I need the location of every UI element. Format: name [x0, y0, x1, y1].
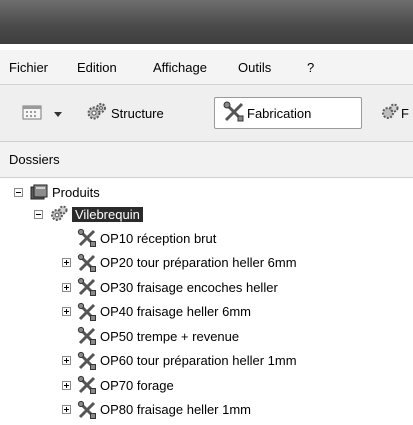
books-icon — [29, 182, 49, 202]
expand-toggle[interactable] — [62, 356, 71, 365]
partial-toolbar-button[interactable]: F — [380, 97, 409, 129]
tree-node-operation[interactable]: OP80 fraisage heller 1mm — [62, 399, 251, 421]
tools-icon — [77, 375, 97, 395]
expand-toggle[interactable] — [62, 307, 71, 316]
tools-icon — [223, 101, 245, 126]
tree-label: OP30 fraisage encoches heller — [100, 279, 278, 295]
structure-label: Structure — [111, 105, 164, 121]
menu-outils[interactable]: Outils — [238, 60, 271, 75]
chevron-down-icon[interactable] — [54, 106, 62, 121]
tree-label: OP10 réception brut — [100, 230, 217, 246]
expand-toggle[interactable] — [62, 282, 71, 292]
tree-node-operation[interactable]: OP10 réception brut — [62, 227, 216, 249]
gears-icon — [49, 204, 69, 224]
tools-icon — [77, 253, 97, 273]
tree-node-operation[interactable]: OP50 trempe + revenue — [62, 325, 239, 347]
tools-icon — [77, 351, 97, 371]
tree-label: OP40 fraisage heller 6mm — [100, 304, 252, 319]
gears-icon — [86, 101, 108, 126]
gears-icon — [380, 102, 400, 125]
expand-toggle[interactable] — [62, 405, 71, 414]
tools-icon — [77, 277, 97, 297]
expand-toggle[interactable] — [62, 258, 71, 267]
tools-icon — [77, 326, 97, 346]
calendar-icon — [22, 104, 42, 123]
tools-icon — [77, 228, 97, 248]
menu-help[interactable]: ? — [307, 60, 314, 75]
tree-label: OP50 trempe + revenue — [100, 328, 240, 344]
collapse-toggle[interactable] — [34, 209, 43, 219]
tools-icon — [77, 302, 97, 322]
tools-icon — [77, 400, 97, 420]
menu-bar: Fichier Edition Affichage Outils ? — [0, 50, 413, 84]
tree-node-operation[interactable]: OP20 tour préparation heller 6mm — [62, 252, 297, 274]
tree-node-operation[interactable]: OP30 fraisage encoches heller — [62, 276, 278, 298]
panel-title: Dossiers — [9, 152, 60, 167]
menu-edition[interactable]: Edition — [77, 60, 117, 75]
structure-button[interactable]: Structure — [86, 97, 164, 129]
tree-node-operation[interactable]: OP40 fraisage heller 6mm — [62, 301, 251, 323]
window-titlebar — [0, 0, 413, 44]
fabrication-label: Fabrication — [247, 105, 312, 121]
collapse-toggle[interactable] — [14, 187, 23, 197]
fabrication-button[interactable]: Fabrication — [214, 97, 362, 129]
menu-fichier[interactable]: Fichier — [9, 60, 48, 75]
tree-node-vilebrequin[interactable]: Vilebrequin — [34, 203, 143, 225]
tree-label: Produits — [52, 184, 100, 200]
view-menu-button[interactable] — [22, 97, 62, 129]
tree-label: OP60 tour préparation heller 1mm — [100, 353, 297, 368]
toolbar: Structure Fabrication F — [0, 85, 413, 141]
expand-toggle[interactable] — [62, 380, 71, 390]
tree-node-operation[interactable]: OP70 forage — [62, 374, 174, 396]
tree-label: OP70 forage — [100, 377, 174, 393]
partial-toolbar-label: F — [401, 105, 409, 121]
folder-tree: Produits Vilebrequin OP10 réception brut… — [0, 180, 413, 425]
tree-label: OP80 fraisage heller 1mm — [100, 402, 252, 417]
menu-affichage[interactable]: Affichage — [153, 60, 207, 75]
tree-node-operation[interactable]: OP60 tour préparation heller 1mm — [62, 350, 297, 372]
panel-header: Dossiers — [0, 142, 413, 178]
tree-label-selected: Vilebrequin — [72, 206, 143, 222]
tree-node-produits[interactable]: Produits — [14, 181, 100, 203]
tree-label: OP20 tour préparation heller 6mm — [100, 255, 297, 270]
